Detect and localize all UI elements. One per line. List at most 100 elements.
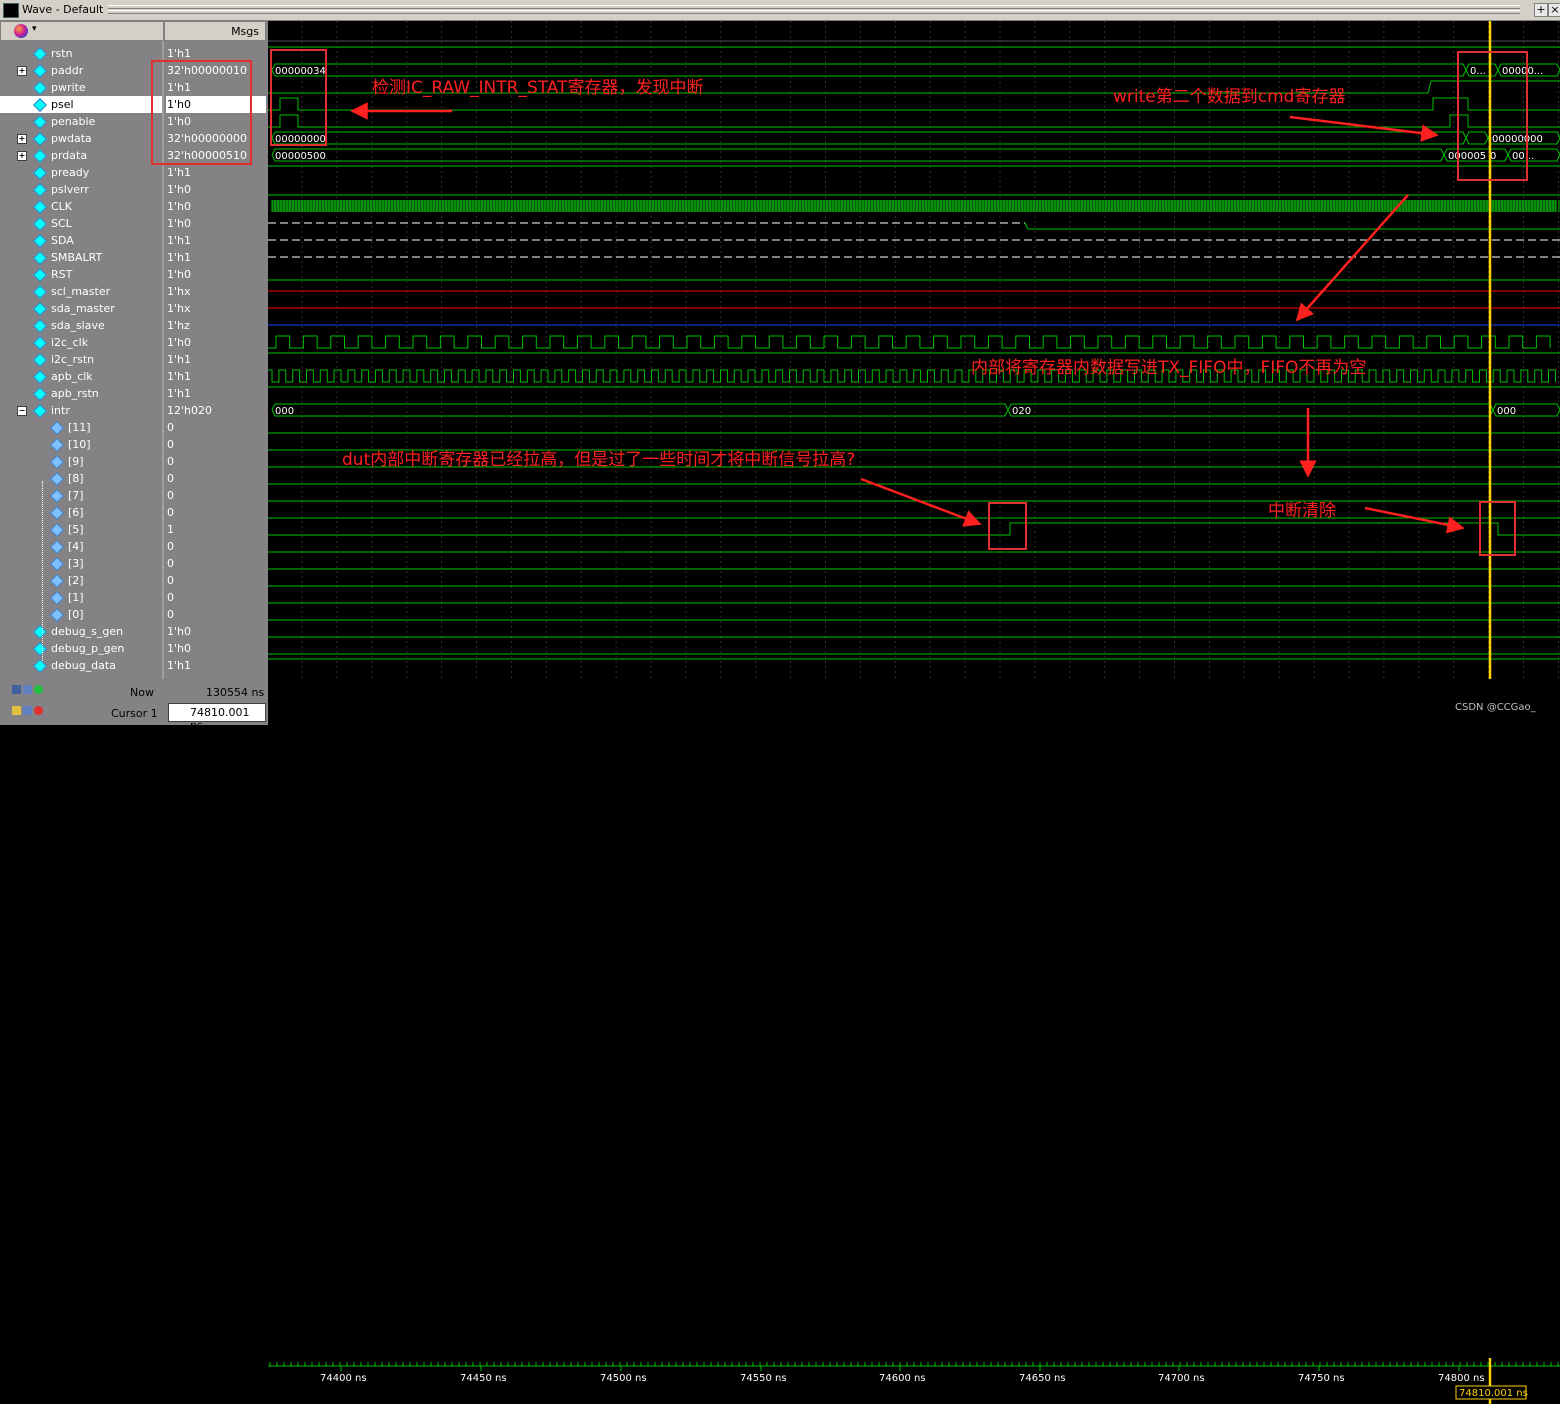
signal-row[interactable]: SDA <box>0 232 162 249</box>
signal-row[interactable]: i2c_clk <box>0 334 162 351</box>
signal-value-row[interactable]: 1'hx <box>166 283 266 300</box>
expand-icon[interactable]: + <box>17 151 27 161</box>
signal-value-row[interactable]: 12'h020 <box>166 402 266 419</box>
edit-icon[interactable] <box>23 706 32 715</box>
signal-row[interactable]: scl_master <box>0 283 162 300</box>
signal-diamond-icon <box>32 335 48 351</box>
signal-row[interactable]: sda_master <box>0 300 162 317</box>
monitor-icon[interactable] <box>12 685 21 694</box>
signal-value-row[interactable]: 1'h1 <box>166 657 266 674</box>
signal-row[interactable]: penable <box>0 113 162 130</box>
signal-value-row[interactable]: 0 <box>166 504 266 521</box>
signal-row[interactable]: pslverr <box>0 181 162 198</box>
signal-value-row[interactable]: 0 <box>166 589 266 606</box>
signal-row[interactable]: SCL <box>0 215 162 232</box>
signal-row[interactable]: [6] <box>0 504 162 521</box>
signal-row[interactable]: SMBALRT <box>0 249 162 266</box>
signal-value-row[interactable]: 0 <box>166 470 266 487</box>
expand-icon[interactable]: + <box>17 134 27 144</box>
signal-value-row[interactable]: 0 <box>166 606 266 623</box>
cursor-toolbar-icons[interactable] <box>12 705 48 716</box>
waveform-pane[interactable]: 00000034 0... 00000... 00000000 00000000 0000… <box>268 21 1560 679</box>
signal-value-row[interactable]: 1'h1 <box>166 351 266 368</box>
signal-row[interactable]: apb_rstn <box>0 385 162 402</box>
signal-value-row[interactable]: 1'h1 <box>166 249 266 266</box>
signal-value-row[interactable]: 1'h1 <box>166 368 266 385</box>
signal-value-row[interactable]: 1'h0 <box>166 266 266 283</box>
signal-row[interactable]: + prdata <box>0 147 162 164</box>
signal-value-row[interactable]: 1'h1 <box>166 232 266 249</box>
signal-value-row[interactable]: 1'hz <box>166 317 266 334</box>
signal-header[interactable]: ▾ <box>0 21 164 41</box>
signal-row[interactable]: i2c_rstn <box>0 351 162 368</box>
titlebar-grip[interactable] <box>108 5 1520 9</box>
collapse-icon[interactable]: − <box>17 406 27 416</box>
signal-row[interactable]: debug_data <box>0 657 162 674</box>
signal-row[interactable]: pready <box>0 164 162 181</box>
signal-row[interactable]: [9] <box>0 453 162 470</box>
signal-value-row[interactable]: 0 <box>166 538 266 555</box>
lock-icon[interactable] <box>12 706 21 715</box>
signal-row[interactable]: [11] <box>0 419 162 436</box>
signal-row[interactable]: + paddr <box>0 62 162 79</box>
signal-row[interactable]: [10] <box>0 436 162 453</box>
signal-value-row[interactable]: 1'h0 <box>166 181 266 198</box>
chevron-down-icon[interactable]: ▾ <box>32 24 37 34</box>
close-button[interactable]: × <box>1548 3 1560 17</box>
titlebar-grip-2[interactable] <box>108 10 1520 14</box>
signal-row[interactable]: [4] <box>0 538 162 555</box>
signal-value-row[interactable]: 0 <box>166 436 266 453</box>
signal-value-row[interactable]: 0 <box>166 572 266 589</box>
signal-value-row[interactable]: 0 <box>166 453 266 470</box>
signal-value-row[interactable]: 0 <box>166 555 266 572</box>
signal-row[interactable]: sda_slave <box>0 317 162 334</box>
signal-row[interactable]: + pwdata <box>0 130 162 147</box>
signal-value-row[interactable]: 1'h0 <box>166 215 266 232</box>
signal-value-row[interactable]: 0 <box>166 419 266 436</box>
add-cursor-icon[interactable] <box>34 685 43 694</box>
signal-row[interactable]: [0] <box>0 606 162 623</box>
signal-name-column: rstn + paddr pwrite psel penable + pwdata + prdat… <box>0 41 164 679</box>
signal-row[interactable]: [8] <box>0 470 162 487</box>
signal-row[interactable]: [2] <box>0 572 162 589</box>
expand-icon[interactable]: + <box>17 66 27 76</box>
signal-row[interactable]: [1] <box>0 589 162 606</box>
cursor-label[interactable]: Cursor 1 <box>111 707 158 720</box>
list-icon[interactable] <box>23 685 32 694</box>
signal-value-row[interactable]: 1'h1 <box>166 385 266 402</box>
signal-row[interactable]: debug_p_gen <box>0 640 162 657</box>
signal-row[interactable]: apb_clk <box>0 368 162 385</box>
signal-value: 0 <box>167 591 174 604</box>
signal-value-row[interactable]: 1'h0 <box>166 198 266 215</box>
signal-row[interactable]: CLK <box>0 198 162 215</box>
undock-button[interactable]: + <box>1534 3 1548 17</box>
signal-row[interactable]: rstn <box>0 45 162 62</box>
cursor-value-box[interactable]: 74810.001 ns <box>168 703 266 732</box>
signal-value-row[interactable]: 0 <box>166 487 266 504</box>
annotation-read-intr: 检测IC_RAW_INTR_STAT寄存器，发现中断 <box>372 78 704 98</box>
now-toolbar-icons[interactable] <box>12 684 48 695</box>
signal-value-row[interactable]: 1'h0 <box>166 334 266 351</box>
signal-row[interactable]: [3] <box>0 555 162 572</box>
wave-sort-icon[interactable] <box>14 24 28 38</box>
signal-row[interactable]: [5] <box>0 521 162 538</box>
delete-cursor-icon[interactable] <box>34 706 43 715</box>
signal-value-row[interactable]: 1'h0 <box>166 623 266 640</box>
signal-row[interactable]: psel <box>0 96 162 113</box>
signal-value-row[interactable]: 1'h0 <box>166 640 266 657</box>
signal-value: 12'h020 <box>167 404 212 417</box>
signal-row[interactable]: pwrite <box>0 79 162 96</box>
signal-value-row[interactable]: 1'hx <box>166 300 266 317</box>
signal-row[interactable]: [7] <box>0 487 162 504</box>
signal-value: 1'hx <box>167 302 191 315</box>
time-axis[interactable]: 74400 ns 74450 ns 74500 ns 74550 ns 74600 ns… <box>268 1358 1560 1404</box>
signal-value-row[interactable]: 1 <box>166 521 266 538</box>
signal-row[interactable]: − intr <box>0 402 162 419</box>
signal-row[interactable]: debug_s_gen <box>0 623 162 640</box>
signal-value-row[interactable]: 1'h1 <box>166 164 266 181</box>
waveform-canvas[interactable]: 00000034 0... 00000...00000000 000000000000… <box>268 21 1560 679</box>
signal-value: 0 <box>167 574 174 587</box>
msgs-header[interactable]: Msgs <box>164 21 266 41</box>
signal-diamond-icon <box>32 114 48 130</box>
signal-row[interactable]: RST <box>0 266 162 283</box>
